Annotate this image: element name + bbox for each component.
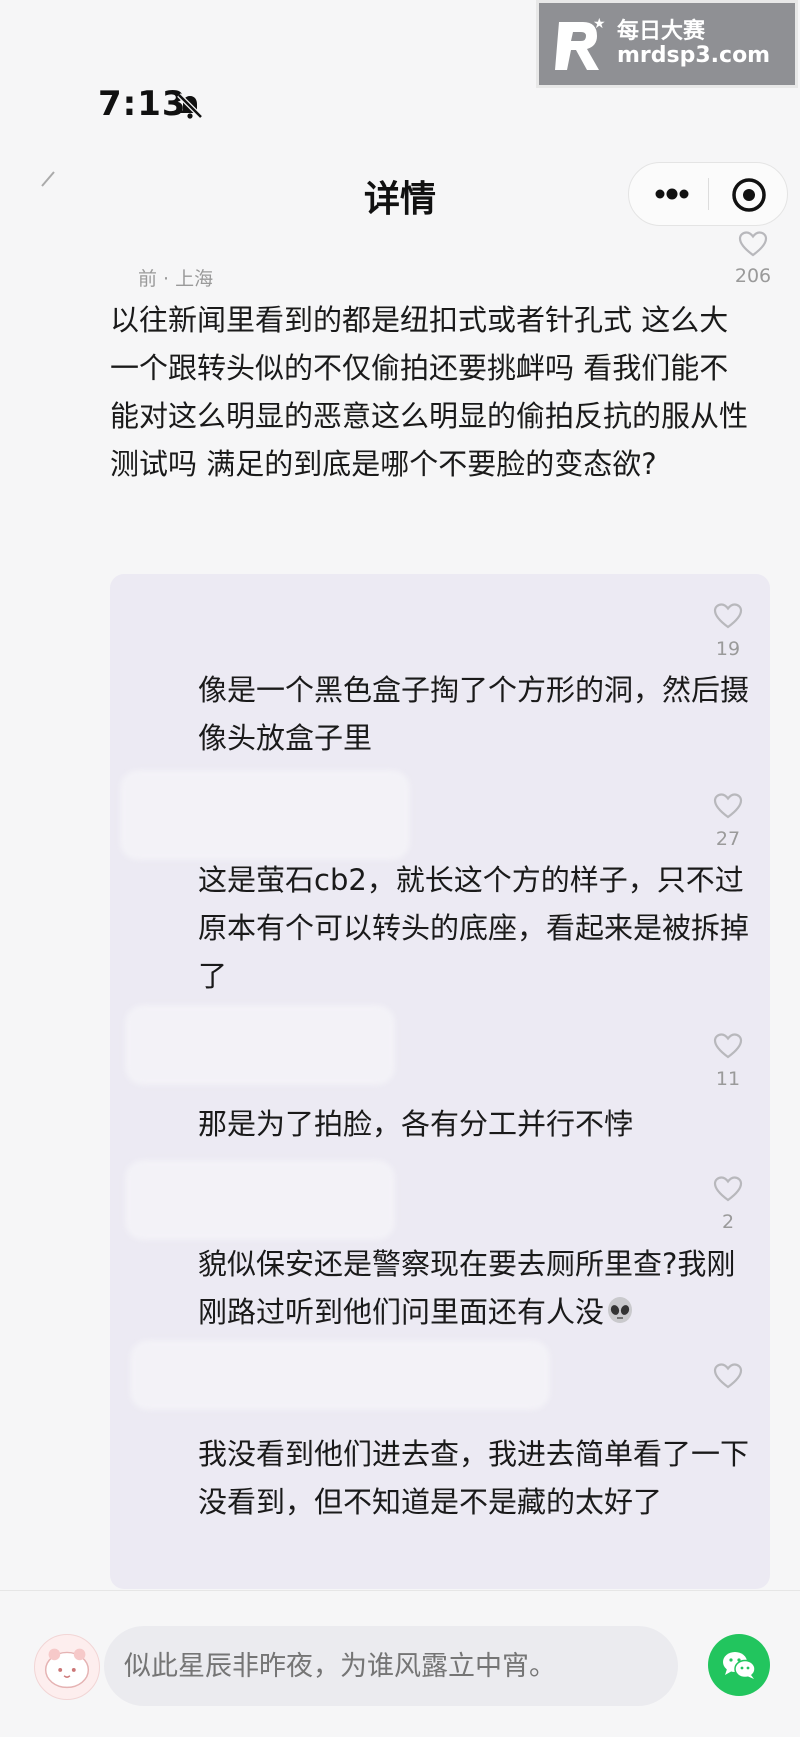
watermark-domain: mrdsp3.com <box>617 43 771 68</box>
comment-like-count: 27 <box>715 828 741 850</box>
comment-like-count: 2 <box>721 1211 735 1233</box>
capsule-divider <box>708 178 709 210</box>
alien-emoji-icon <box>608 1297 633 1323</box>
more-dots-icon[interactable] <box>644 176 700 212</box>
svg-text:★: ★ <box>593 16 605 32</box>
post-meta: 前 · 上海 <box>138 268 214 290</box>
post-like-count: 206 <box>734 265 772 287</box>
avatar-illustration-icon <box>44 1648 90 1689</box>
status-time: 7:13 <box>98 84 187 124</box>
watermark-logo-icon: ★ <box>553 14 606 74</box>
comment-input[interactable] <box>104 1626 678 1706</box>
blurred-user-info <box>130 1340 550 1410</box>
comment-text: 这是萤石cb2，就长这个方的样子，只不过原本有个可以转头的底座，看起来是被拆掉了 <box>198 863 750 993</box>
blurred-user-info <box>125 1005 395 1085</box>
comment-text-content: 貌似保安还是警察现在要去厕所里查?我刚刚路过听到他们问里面还有人没 <box>198 1247 736 1329</box>
heart-outline-icon[interactable] <box>713 792 743 820</box>
heart-outline-icon[interactable] <box>738 230 768 258</box>
wechat-icon <box>723 1652 756 1679</box>
post-body: 以往新闻里看到的都是纽扣式或者针孔式 这么大一个跟转头似的不仅偷拍还要挑衅吗 看… <box>110 303 749 481</box>
target-circle-icon[interactable] <box>728 174 770 216</box>
blurred-user-info <box>125 1160 395 1240</box>
avatar[interactable] <box>34 1634 100 1700</box>
comment-text: 那是为了拍脸，各有分工并行不悖 <box>198 1107 634 1141</box>
heart-outline-icon[interactable] <box>713 1032 743 1060</box>
wechat-share-button[interactable] <box>708 1634 770 1696</box>
heart-outline-icon[interactable] <box>713 1362 743 1390</box>
watermark-badge: ★ 每日大赛 mrdsp3.com <box>536 0 798 88</box>
heart-outline-icon[interactable] <box>713 1175 743 1203</box>
comment-text: 我没看到他们进去查，我进去简单看了一下没看到，但不知道是不是藏的太好了 <box>198 1437 750 1519</box>
heart-outline-icon[interactable] <box>713 602 743 630</box>
comment-like-count: 19 <box>715 638 741 660</box>
watermark-name: 每日大赛 <box>617 18 706 44</box>
comment-like-count: 11 <box>715 1068 741 1090</box>
comment-text: 像是一个黑色盒子掏了个方形的洞，然后摄像头放盒子里 <box>198 673 750 755</box>
bell-muted-icon <box>177 93 203 119</box>
blurred-user-info <box>120 770 410 860</box>
comment-text: 貌似保安还是警察现在要去厕所里查?我刚刚路过听到他们问里面还有人没 <box>198 1240 753 1336</box>
